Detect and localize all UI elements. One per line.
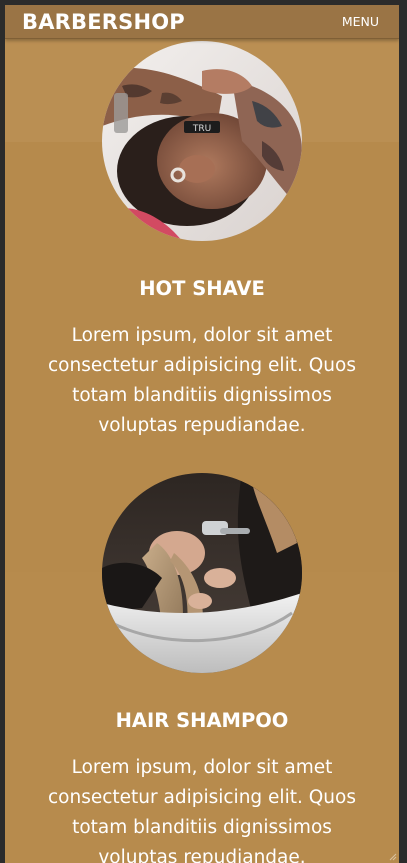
razor-label: TRU bbox=[192, 124, 211, 134]
app-viewport: BARBERSHOP MENU TRU HOT SHAVE Lorem ipsu… bbox=[5, 5, 399, 863]
hot-shave-photo: TRU bbox=[102, 41, 302, 241]
service-description: Lorem ipsum, dolor sit amet consectetur … bbox=[48, 757, 356, 863]
service-title: HOT SHAVE bbox=[139, 277, 265, 300]
brand-logo[interactable]: BARBERSHOP bbox=[22, 10, 185, 34]
barber-shave-image: TRU bbox=[102, 41, 302, 241]
hair-shampoo-photo bbox=[102, 473, 302, 673]
resize-grip-icon[interactable] bbox=[387, 851, 397, 861]
service-title: HAIR SHAMPOO bbox=[115, 709, 289, 732]
service-card-hair-shampoo: HAIR SHAMPOO Lorem ipsum, dolor sit amet… bbox=[5, 473, 399, 863]
menu-button[interactable]: MENU bbox=[342, 14, 379, 29]
service-description: Lorem ipsum, dolor sit amet consectetur … bbox=[48, 325, 356, 436]
navbar: BARBERSHOP MENU bbox=[5, 5, 399, 39]
service-card-hot-shave: TRU HOT SHAVE Lorem ipsum, dolor sit ame… bbox=[5, 41, 399, 441]
hair-wash-image bbox=[102, 473, 302, 673]
